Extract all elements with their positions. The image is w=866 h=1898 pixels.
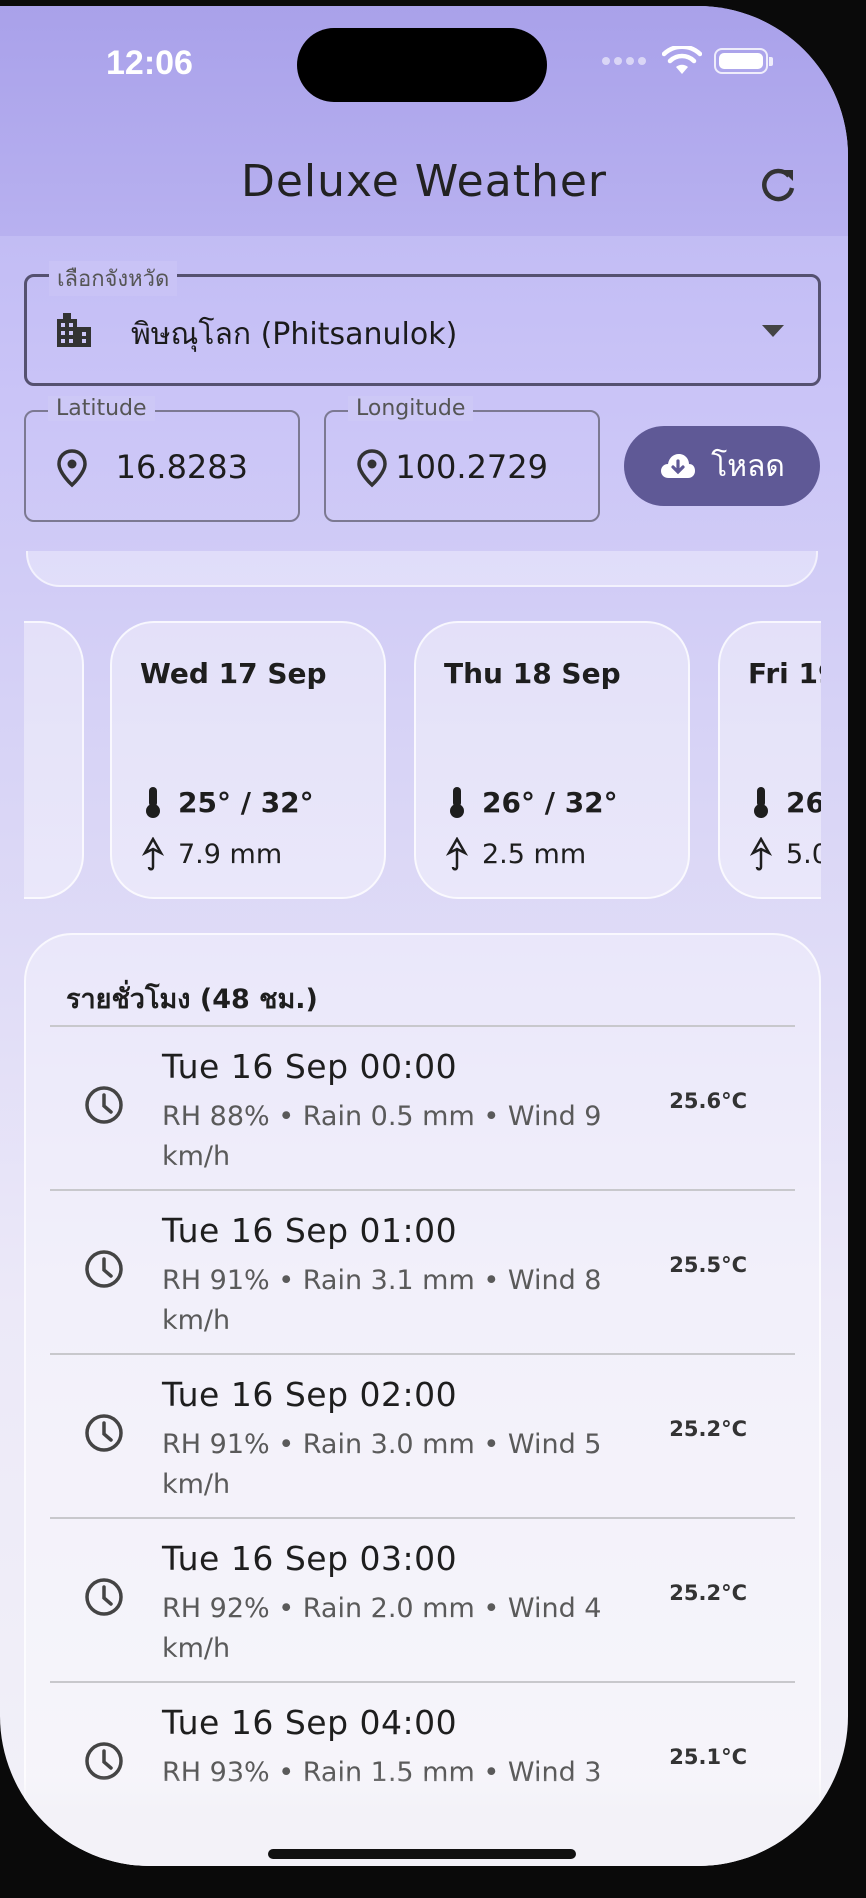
hour-detail: RH 88% • Rain 0.5 mm • Wind 9 km/h	[162, 1101, 602, 1172]
latitude-label: Latitude	[48, 396, 155, 421]
summary-card-bottom	[26, 551, 818, 587]
daily-forecast-scroller[interactable]: Wed 17 Sep 25° / 32° 7.9 mm Thu 18 Sep 2…	[24, 616, 821, 906]
province-label: เลือกจังหวัด	[49, 261, 178, 296]
hour-time: Tue 16 Sep 03:00	[162, 1539, 458, 1578]
longitude-label: Longitude	[348, 396, 474, 421]
day-rain-row: 7.9 mm	[142, 837, 282, 871]
clock-icon	[85, 1250, 123, 1288]
day-temp-row: 26° / 32°	[446, 785, 618, 819]
load-button-label: โหลด	[711, 448, 785, 484]
hour-detail: RH 92% • Rain 2.0 mm • Wind 4 km/h	[162, 1593, 602, 1664]
location-pin-icon	[57, 449, 87, 488]
hour-time: Tue 16 Sep 04:00	[162, 1703, 458, 1742]
cellular-icon	[602, 57, 646, 65]
load-button[interactable]: โหลด	[624, 426, 820, 506]
clock-icon	[85, 1414, 123, 1452]
day-temp-row: 26°	[750, 785, 821, 819]
day-temp: 25° / 32°	[178, 785, 314, 819]
longitude-field[interactable]: Longitude 100.2729	[324, 396, 600, 522]
latitude-field[interactable]: Latitude 16.8283	[24, 396, 300, 522]
dropdown-arrow-icon[interactable]	[762, 325, 784, 337]
day-card[interactable]: Wed 17 Sep 25° / 32° 7.9 mm	[110, 621, 386, 899]
hour-temp: 25.5°C	[669, 1253, 747, 1277]
clock-icon	[85, 1578, 123, 1616]
dynamic-island	[297, 28, 547, 102]
umbrella-icon	[142, 837, 164, 871]
battery-icon	[714, 48, 773, 74]
thermometer-icon	[754, 787, 768, 818]
day-temp: 26°	[786, 785, 821, 819]
day-temp: 26° / 32°	[482, 785, 618, 819]
umbrella-icon	[446, 837, 468, 871]
status-icons	[602, 46, 773, 76]
hour-time: Tue 16 Sep 01:00	[162, 1211, 458, 1250]
hour-detail: RH 91% • Rain 3.1 mm • Wind 8 km/h	[162, 1265, 602, 1336]
thermometer-icon	[146, 787, 160, 818]
app-bar: 12:06 Deluxe Weather	[0, 6, 848, 236]
hourly-card: รายชั่วโมง (48 ชม.) Tue 16 Sep 00:00 RH …	[24, 933, 821, 1866]
day-card[interactable]: Fri 19 Sep 26° 5.0 mm	[718, 621, 821, 899]
hour-detail: RH 91% • Rain 3.0 mm • Wind 5 km/h	[162, 1429, 602, 1500]
day-card[interactable]: Thu 18 Sep 26° / 32° 2.5 mm	[414, 621, 690, 899]
day-rain: 7.9 mm	[178, 838, 283, 870]
hour-temp: 25.2°C	[669, 1417, 747, 1441]
day-date: Thu 18 Sep	[444, 657, 621, 690]
cloud-download-icon	[661, 454, 696, 478]
refresh-icon[interactable]	[756, 164, 800, 208]
province-dropdown[interactable]: เลือกจังหวัด พิษณุโลก (Phitsanulok)	[24, 261, 821, 386]
city-icon	[57, 313, 91, 347]
screen: 12:06 Deluxe Weather เลือกจังหวัด พิษณุโ…	[0, 6, 848, 1866]
umbrella-icon	[750, 837, 772, 871]
wifi-icon	[662, 46, 702, 74]
day-rain: 5.0 mm	[786, 838, 821, 870]
hourly-list[interactable]: Tue 16 Sep 00:00 RH 88% • Rain 0.5 mm • …	[50, 1025, 795, 1845]
day-date: Fri 19 Sep	[748, 657, 821, 690]
hour-temp: 25.6°C	[669, 1089, 747, 1113]
day-rain-row: 2.5 mm	[446, 837, 586, 871]
hour-row[interactable]: Tue 16 Sep 03:00 RH 92% • Rain 2.0 mm • …	[50, 1517, 795, 1681]
location-pin-icon	[357, 449, 387, 488]
clock-icon	[85, 1742, 123, 1780]
status-time: 12:06	[106, 44, 193, 82]
day-card[interactable]	[24, 621, 84, 899]
hour-time: Tue 16 Sep 02:00	[162, 1375, 458, 1414]
hour-time: Tue 16 Sep 00:00	[162, 1047, 458, 1086]
longitude-value[interactable]: 100.2729	[395, 448, 548, 486]
app-title: Deluxe Weather	[240, 156, 608, 207]
province-value: พิษณุโลก (Phitsanulok)	[131, 317, 458, 352]
hour-row[interactable]: Tue 16 Sep 02:00 RH 91% • Rain 3.0 mm • …	[50, 1353, 795, 1517]
hour-row[interactable]: Tue 16 Sep 00:00 RH 88% • Rain 0.5 mm • …	[50, 1025, 795, 1189]
hour-row[interactable]: Tue 16 Sep 01:00 RH 91% • Rain 3.1 mm • …	[50, 1189, 795, 1353]
day-date: Wed 17 Sep	[140, 657, 327, 690]
clock-icon	[85, 1086, 123, 1124]
day-rain: 2.5 mm	[482, 838, 587, 870]
thermometer-icon	[450, 787, 464, 818]
hour-temp: 25.1°C	[669, 1745, 747, 1769]
home-indicator[interactable]	[268, 1849, 576, 1859]
latitude-value[interactable]: 16.8283	[116, 448, 248, 486]
hourly-title: รายชั่วโมง (48 ชม.)	[66, 984, 318, 1015]
phone-frame: 12:06 Deluxe Weather เลือกจังหวัด พิษณุโ…	[0, 0, 866, 1898]
day-temp-row: 25° / 32°	[142, 785, 314, 819]
day-rain-row: 5.0 mm	[750, 837, 821, 871]
hour-temp: 25.2°C	[669, 1581, 747, 1605]
